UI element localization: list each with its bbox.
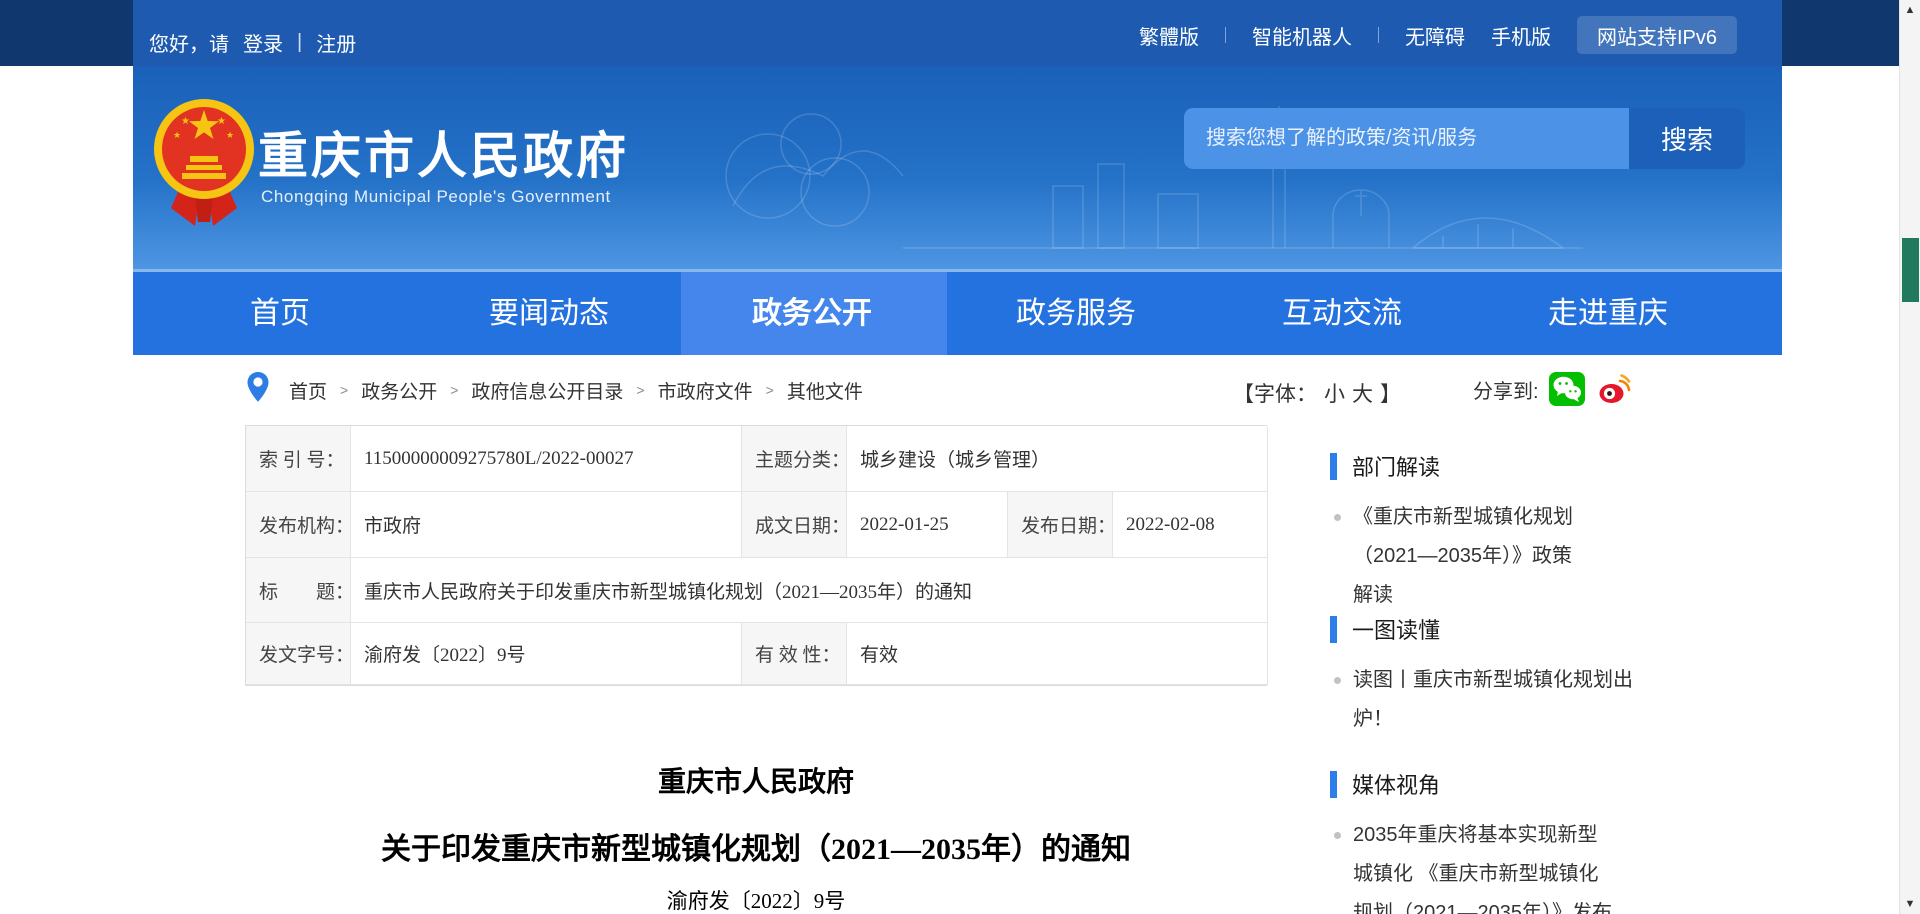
- search-input[interactable]: [1184, 108, 1629, 169]
- nav-item-about-chongqing[interactable]: 走进重庆: [1548, 272, 1668, 355]
- accessibility-link[interactable]: 无障碍: [1405, 21, 1465, 50]
- sidebar-link-chart-reading[interactable]: 读图丨重庆市新型城镇化规划出炉！: [1332, 661, 1638, 739]
- publish-date-value: 2022-02-08: [1113, 492, 1268, 558]
- index-number-value: 11500000009275780L/2022-00027: [351, 426, 742, 492]
- font-smaller-button[interactable]: 小: [1324, 378, 1345, 408]
- weibo-icon[interactable]: [1595, 370, 1633, 408]
- doc-number-value: 渝府发〔2022〕9号: [351, 623, 742, 685]
- sidebar-section-media-view: 媒体视角: [1330, 768, 1440, 800]
- site-title[interactable]: 重庆市人民政府: [258, 116, 629, 188]
- main-nav: 首页 要闻动态 政务公开 政务服务 互动交流 走进重庆: [133, 272, 1782, 355]
- svg-text:★: ★: [181, 116, 190, 127]
- utility-links: 繁體版 智能机器人 无障碍 手机版 网站支持IPv6: [1139, 13, 1737, 57]
- doc-title-value: 重庆市人民政府关于印发重庆市新型城镇化规划（2021—2035年）的通知: [351, 558, 1268, 623]
- publish-date-label: 发布日期：: [1008, 492, 1113, 558]
- topic-category-value: 城乡建设（城乡管理）: [847, 426, 1268, 492]
- sidebar-section-title: 一图读懂: [1352, 613, 1440, 645]
- location-pin-icon: [246, 371, 270, 403]
- draft-date-label: 成文日期：: [742, 492, 847, 558]
- doc-title-label: 标 题：: [246, 558, 351, 623]
- breadcrumb-city-gov-docs[interactable]: 市政府文件: [658, 377, 753, 404]
- breadcrumb-info-catalog[interactable]: 政府信息公开目录: [471, 377, 623, 404]
- share-label: 分享到:: [1473, 375, 1539, 404]
- draft-date-value: 2022-01-25: [847, 492, 1008, 558]
- site-title-english: Chongqing Municipal People's Government: [261, 187, 611, 207]
- validity-value: 有效: [847, 623, 1268, 685]
- register-link[interactable]: 注册: [316, 28, 356, 57]
- scroll-up-icon[interactable]: ▲: [1900, 4, 1920, 16]
- document-number: 渝府发〔2022〕9号: [245, 885, 1267, 914]
- sidebar-section-one-chart: 一图读懂: [1330, 613, 1440, 645]
- utility-bar: 您好，请 登录 | 注册 繁體版 智能机器人 无障碍 手机版 网站支持IPv6: [133, 0, 1782, 66]
- doc-number-label: 发文字号：: [246, 623, 351, 685]
- document-title-line1: 重庆市人民政府: [245, 760, 1267, 800]
- scroll-down-icon[interactable]: ▼: [1900, 898, 1920, 910]
- issuing-agency-value: 市政府: [351, 492, 742, 558]
- doc-meta-table: 索 引 号： 11500000009275780L/2022-00027 主题分…: [245, 425, 1267, 686]
- skyline-watermark: [573, 66, 1673, 272]
- validity-label: 有 效 性：: [742, 623, 847, 685]
- mobile-version-link[interactable]: 手机版: [1491, 21, 1551, 50]
- nav-item-gov-services[interactable]: 政务服务: [1016, 272, 1136, 355]
- login-area: 您好，请 登录 | 注册: [149, 28, 356, 57]
- login-link[interactable]: 登录: [243, 28, 283, 57]
- nav-item-home[interactable]: 首页: [250, 272, 310, 355]
- svg-text:★: ★: [173, 130, 181, 140]
- sidebar-section-dept-interpretation: 部门解读: [1330, 450, 1440, 482]
- font-larger-button[interactable]: 大: [1352, 378, 1373, 408]
- site-header: ★ ★ ★ ★ 重庆市人民政府 Chongqing Municipal Peop…: [133, 66, 1782, 272]
- breadcrumb-separator: >: [450, 382, 458, 398]
- ipv6-support-button[interactable]: 网站支持IPv6: [1577, 16, 1737, 54]
- svg-text:★: ★: [226, 130, 234, 140]
- divider: [1378, 27, 1379, 43]
- document-title-line2: 关于印发重庆市新型城镇化规划（2021—2035年）的通知: [245, 824, 1267, 868]
- sidebar-link-policy-interpretation[interactable]: 《重庆市新型城镇化规划（2021—2035年）》政策解读: [1332, 498, 1588, 615]
- breadcrumb: 首页 > 政务公开 > 政府信息公开目录 > 市政府文件 > 其他文件: [289, 374, 863, 406]
- section-accent-bar: [1330, 453, 1337, 480]
- breadcrumb-other-docs[interactable]: 其他文件: [787, 377, 863, 404]
- sidebar-section-title: 媒体视角: [1352, 768, 1440, 800]
- wechat-icon[interactable]: [1548, 370, 1586, 408]
- vertical-scrollbar: ▲ ▼: [1899, 0, 1920, 914]
- login-divider: |: [297, 31, 302, 54]
- issuing-agency-label: 发布机构：: [246, 492, 351, 558]
- divider: [1225, 27, 1226, 43]
- breadcrumb-separator: >: [766, 382, 774, 398]
- font-size-control: 【字体： 小 大 】: [1233, 378, 1401, 408]
- section-accent-bar: [1330, 616, 1337, 643]
- breadcrumb-home[interactable]: 首页: [289, 377, 327, 404]
- section-accent-bar: [1330, 771, 1337, 798]
- topic-category-label: 主题分类：: [742, 426, 847, 492]
- smart-robot-link[interactable]: 智能机器人: [1252, 21, 1352, 50]
- breadcrumb-gov-disclosure[interactable]: 政务公开: [361, 377, 437, 404]
- traditional-chinese-link[interactable]: 繁體版: [1139, 21, 1199, 50]
- browser-viewport: 您好，请 登录 | 注册 繁體版 智能机器人 无障碍 手机版 网站支持IPv6: [0, 0, 1920, 914]
- nav-item-interaction[interactable]: 互动交流: [1282, 272, 1402, 355]
- font-label-prefix: 【字体：: [1233, 378, 1317, 408]
- share-row: 分享到:: [1473, 370, 1633, 408]
- sidebar-link-media-article[interactable]: 2035年重庆将基本实现新型城镇化 《重庆市新型城镇化规划（2021—2035年…: [1332, 816, 1615, 914]
- search-box: 搜索: [1184, 108, 1745, 169]
- svg-text:★: ★: [217, 116, 226, 127]
- breadcrumb-separator: >: [636, 382, 644, 398]
- index-number-label: 索 引 号：: [246, 426, 351, 492]
- search-button[interactable]: 搜索: [1629, 108, 1745, 169]
- font-label-suffix: 】: [1380, 378, 1401, 408]
- breadcrumb-separator: >: [340, 382, 348, 398]
- scrollbar-thumb[interactable]: [1902, 238, 1919, 302]
- nav-item-gov-disclosure[interactable]: 政务公开: [752, 272, 872, 355]
- sidebar-section-title: 部门解读: [1352, 450, 1440, 482]
- nav-item-news[interactable]: 要闻动态: [489, 272, 609, 355]
- greeting-text: 您好，请: [149, 28, 229, 57]
- national-emblem-logo[interactable]: ★ ★ ★ ★: [151, 96, 257, 226]
